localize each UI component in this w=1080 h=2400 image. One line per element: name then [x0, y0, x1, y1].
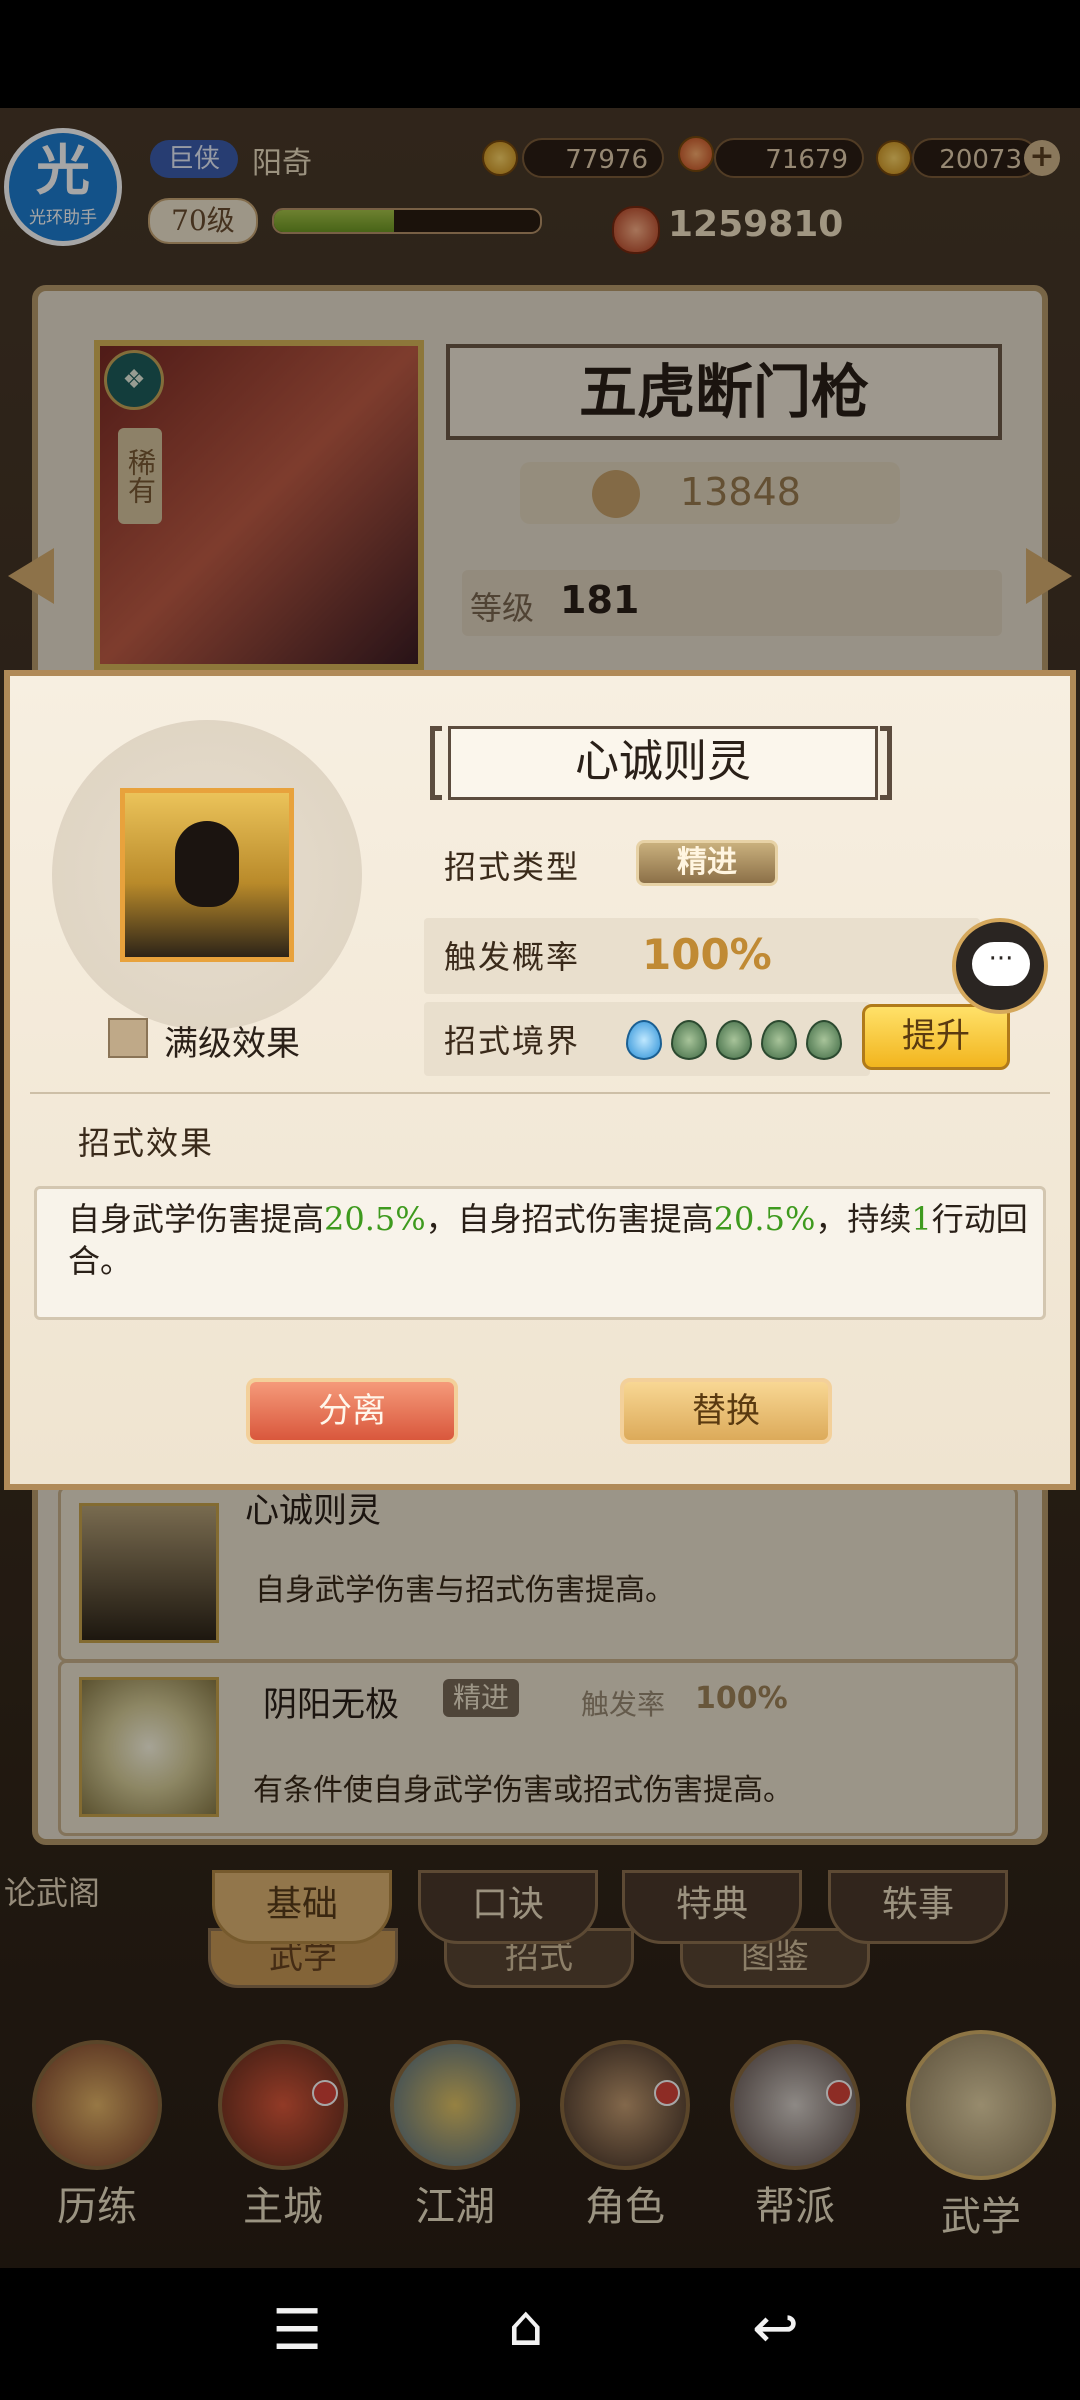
skill-title: 心诚则灵 — [448, 726, 878, 800]
effect-value: 1 — [911, 1200, 932, 1238]
chat-button[interactable]: ··· — [952, 918, 1048, 1014]
effect-text-segment: 自身武学伤害提高 — [68, 1200, 325, 1238]
effect-text-segment: ，自身招式伤害提高 — [425, 1200, 714, 1238]
hero-portrait-icon — [175, 821, 239, 907]
menu-icon[interactable]: ☰ — [272, 2298, 322, 2363]
modal-divider — [30, 1092, 1050, 1094]
replace-button[interactable]: 替换 — [620, 1378, 832, 1444]
type-badge: 精进 — [636, 840, 778, 886]
effect-value: 20.5% — [324, 1200, 426, 1238]
home-icon[interactable]: ⌂ — [508, 2294, 544, 2359]
realm-drop-empty-icon — [806, 1020, 842, 1060]
back-icon[interactable]: ↩ — [752, 2296, 799, 2361]
upgrade-button[interactable]: 提升 — [862, 1004, 1010, 1070]
chance-value: 100% — [642, 930, 772, 979]
max-level-label: 满级效果 — [164, 1024, 300, 1064]
effect-label: 招式效果 — [78, 1124, 215, 1162]
realm-label: 招式境界 — [444, 1022, 581, 1060]
max-level-checkbox[interactable] — [108, 1018, 148, 1058]
effect-value: 20.5% — [713, 1200, 816, 1238]
realm-drop-empty-icon — [716, 1020, 752, 1060]
chance-label: 触发概率 — [444, 938, 581, 976]
realm-drop-empty-icon — [671, 1020, 707, 1060]
realm-drop-empty-icon — [761, 1020, 797, 1060]
type-label: 招式类型 — [444, 848, 581, 886]
system-navigation-bar: ☰ ⌂ ↩ — [0, 2268, 1080, 2400]
realm-drop-filled-icon — [626, 1020, 662, 1060]
skill-icon — [120, 788, 294, 962]
effect-description: 自身武学伤害提高20.5%，自身招式伤害提高20.5%，持续1行动回合。 — [68, 1198, 1028, 1282]
effect-text-segment: ，持续 — [815, 1200, 912, 1238]
separate-button[interactable]: 分离 — [246, 1378, 458, 1444]
title-bracket-left — [430, 726, 442, 800]
chat-icon: ··· — [972, 942, 1030, 986]
title-bracket-right — [880, 726, 892, 800]
status-bar — [0, 0, 1080, 108]
